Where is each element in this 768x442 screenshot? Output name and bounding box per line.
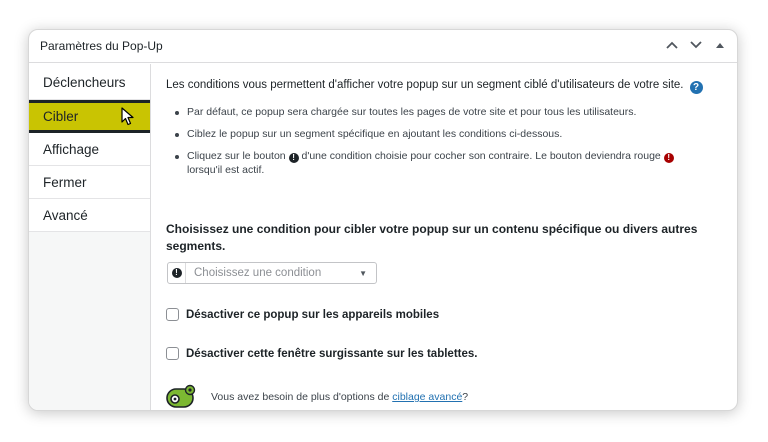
- sidebar-item-label: Cibler: [43, 109, 79, 124]
- plugin-logo-icon: [166, 384, 196, 408]
- condition-heading: Choisissez une condition pour cibler vot…: [166, 222, 698, 253]
- sidebar-item-targeting[interactable]: Cibler: [29, 100, 150, 133]
- settings-sidebar: Déclencheurs Cibler Affichage Fermer Ava…: [29, 64, 151, 410]
- move-down-button[interactable]: [689, 37, 703, 53]
- advanced-suffix: ?: [462, 391, 469, 403]
- exclamation-icon: !: [288, 153, 299, 163]
- condition-select-placeholder: Choisissez une condition: [194, 267, 322, 279]
- list-item-text: Cliquez sur le bouton: [187, 150, 286, 162]
- panel-header: Paramètres du Pop-Up: [29, 30, 737, 63]
- disable-mobile-label: Désactiver ce popup sur les appareils mo…: [186, 308, 440, 321]
- help-icon[interactable]: ?: [689, 81, 703, 94]
- toggle-panel-button[interactable]: [713, 37, 727, 53]
- mouse-cursor-icon: [121, 107, 134, 126]
- dropdown-arrow-icon: ▼: [359, 268, 367, 278]
- disable-tablet-option[interactable]: Désactiver cette fenêtre surgissante sur…: [166, 347, 477, 360]
- panel-title: Paramètres du Pop-Up: [40, 39, 163, 53]
- sidebar-item-advanced[interactable]: Avancé: [29, 199, 150, 232]
- advanced-targeting-link[interactable]: ciblage avancé: [392, 391, 462, 403]
- panel-header-controls: [665, 37, 727, 53]
- sidebar-item-close[interactable]: Fermer: [29, 166, 150, 199]
- condition-select[interactable]: ! Choisissez une condition ▼: [167, 262, 377, 284]
- advanced-targeting-note: Vous avez besoin de plus d'options de ci…: [166, 384, 468, 410]
- sidebar-item-display[interactable]: Affichage: [29, 133, 150, 166]
- disable-tablet-label: Désactiver cette fenêtre surgissante sur…: [186, 347, 478, 360]
- sidebar-item-triggers[interactable]: Déclencheurs: [29, 64, 150, 100]
- disable-mobile-option[interactable]: Désactiver ce popup sur les appareils mo…: [166, 308, 439, 321]
- disable-mobile-checkbox[interactable]: [166, 308, 179, 321]
- negate-toggle[interactable]: !: [168, 263, 186, 283]
- list-item-text: lorsqu'il est actif.: [187, 164, 265, 176]
- list-item: Cliquez sur le bouton ! d'une condition …: [174, 149, 674, 177]
- popup-settings-panel: Paramètres du Pop-Up Déclencheurs Cibler…: [28, 29, 738, 411]
- targeting-content: Les conditions vous permettent d'affiche…: [166, 64, 723, 410]
- caret-up-icon: [716, 43, 724, 48]
- chevron-up-icon: [666, 41, 678, 49]
- chevron-down-icon: [690, 41, 702, 49]
- exclamation-red-icon: !: [663, 153, 674, 163]
- exclamation-icon: !: [171, 268, 182, 278]
- intro-label: Les conditions vous permettent d'affiche…: [166, 79, 684, 91]
- intro-text: Les conditions vous permettent d'affiche…: [166, 79, 703, 94]
- list-item: Par défaut, ce popup sera chargée sur to…: [174, 105, 674, 119]
- disable-tablet-checkbox[interactable]: [166, 347, 179, 360]
- list-item: Ciblez le popup sur un segment spécifiqu…: [174, 127, 674, 141]
- list-item-text: d'une condition choisie pour cocher son …: [301, 150, 661, 162]
- move-up-button[interactable]: [665, 37, 679, 53]
- advanced-prefix: Vous avez besoin de plus d'options de: [211, 391, 390, 403]
- info-list: Par défaut, ce popup sera chargée sur to…: [174, 105, 674, 185]
